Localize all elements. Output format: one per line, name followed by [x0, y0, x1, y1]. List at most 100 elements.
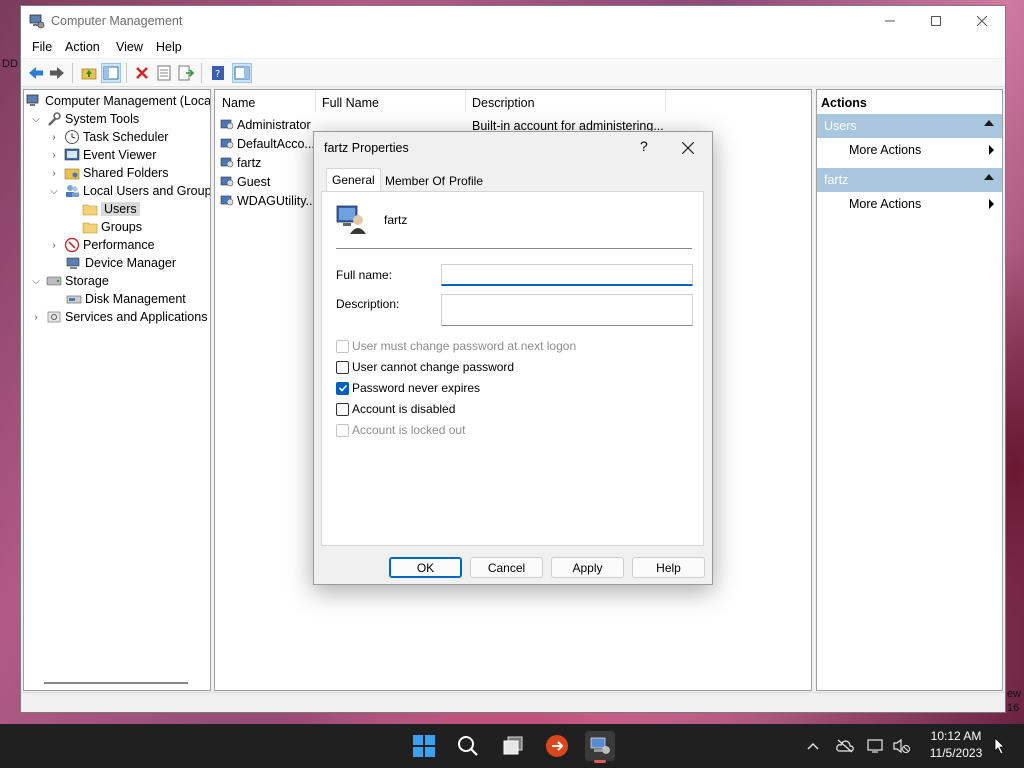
description-input[interactable] — [441, 294, 693, 326]
forward-button[interactable] — [47, 63, 67, 83]
checkbox-password-never-expires[interactable]: Password never expires — [336, 380, 480, 396]
back-button[interactable] — [26, 63, 46, 83]
list-item[interactable]: Guest — [219, 173, 270, 191]
user-name: Guest — [237, 175, 271, 189]
checkbox-box[interactable] — [336, 423, 349, 437]
tree-item-performance[interactable]: › Performance — [48, 236, 155, 254]
chevron-right-icon[interactable]: › — [48, 132, 60, 143]
help-button[interactable]: Help — [632, 557, 705, 578]
tree-item-groups[interactable]: Groups — [82, 218, 142, 236]
delete-button[interactable] — [132, 63, 152, 83]
menu-view[interactable]: View — [116, 40, 143, 54]
show-hide-console-tree-button[interactable] — [101, 63, 121, 83]
tree-item-label: System Tools — [65, 112, 140, 126]
tree-item-storage[interactable]: ⌵ Storage — [30, 272, 109, 290]
clock-time[interactable]: 10:12 AM — [918, 729, 994, 743]
actions-group-user[interactable]: fartz — [817, 168, 1002, 192]
wallpaper-text-fragment: 16 — [1007, 702, 1020, 714]
event-viewer-icon — [64, 147, 80, 163]
checkbox-cannot-change-password[interactable]: User cannot change password — [336, 359, 514, 375]
tree-item-local-users-groups[interactable]: ⌵ Local Users and Groups — [48, 182, 211, 200]
show-hide-action-pane-button[interactable] — [232, 63, 252, 83]
column-separator[interactable] — [465, 90, 466, 112]
tree-item-label: Local Users and Groups — [83, 184, 211, 198]
checkbox-account-disabled[interactable]: Account is disabled — [336, 401, 455, 417]
more-actions-users[interactable]: More Actions — [849, 143, 921, 157]
users-group-icon — [64, 183, 80, 199]
menu-file[interactable]: File — [32, 40, 52, 54]
checkbox-box[interactable] — [336, 360, 349, 374]
collapse-arrow-icon[interactable] — [984, 174, 994, 180]
context-help-button[interactable]: ? — [640, 138, 648, 154]
export-list-button[interactable] — [176, 63, 196, 83]
list-item[interactable]: fartz — [219, 154, 261, 172]
tree-item-task-scheduler[interactable]: › Task Scheduler — [48, 128, 168, 146]
checkbox-must-change-password[interactable]: User must change password at next logon — [336, 338, 576, 354]
onedrive-tray-button[interactable] — [835, 736, 855, 756]
checkbox-box[interactable] — [336, 381, 349, 395]
chevron-down-icon[interactable]: ⌵ — [30, 114, 42, 125]
chevron-right-icon[interactable]: › — [48, 150, 60, 161]
chevron-right-icon[interactable]: › — [48, 168, 60, 179]
tree-item-services-applications[interactable]: › Services and Applications — [30, 308, 207, 326]
ok-button[interactable]: OK — [389, 557, 462, 578]
console-tree-pane: Computer Management (Local ⌵ System Tool… — [23, 89, 211, 691]
submenu-arrow-icon — [989, 199, 994, 209]
column-header-description[interactable]: Description — [472, 96, 535, 110]
computer-management-taskbar-button[interactable] — [585, 731, 615, 763]
chevron-down-icon[interactable]: ⌵ — [48, 186, 60, 197]
tree-item-computer-management[interactable]: Computer Management (Local — [26, 92, 210, 110]
list-item[interactable]: Administrator — [219, 116, 311, 134]
dialog-close-button[interactable] — [681, 136, 695, 159]
notifications-button[interactable] — [990, 736, 1010, 756]
chevron-down-icon[interactable]: ⌵ — [30, 276, 42, 287]
clock-date[interactable]: 11/5/2023 — [918, 746, 994, 760]
column-separator[interactable] — [665, 90, 666, 112]
tab-general[interactable]: General — [326, 168, 381, 192]
list-item[interactable]: DefaultAcco... — [219, 135, 315, 153]
tree-item-shared-folders[interactable]: › Shared Folders — [48, 164, 168, 182]
properties-button[interactable] — [154, 63, 174, 83]
task-view-button[interactable] — [498, 731, 528, 761]
tab-profile[interactable]: Profile — [444, 170, 488, 192]
title-bar[interactable]: Computer Management — [21, 6, 1005, 36]
maximize-button[interactable] — [913, 6, 959, 36]
column-header-name[interactable]: Name — [222, 96, 255, 110]
menu-help[interactable]: Help — [156, 40, 182, 54]
menu-action[interactable]: Action — [65, 40, 100, 54]
search-button[interactable] — [453, 731, 483, 761]
network-tray-button[interactable] — [866, 736, 886, 756]
chevron-right-icon[interactable]: › — [48, 240, 60, 251]
help-button[interactable]: ? — [208, 63, 228, 83]
checkbox-account-locked-out[interactable]: Account is locked out — [336, 422, 465, 438]
horizontal-scrollbar[interactable] — [44, 682, 188, 684]
tree-item-users[interactable]: Users — [82, 200, 140, 218]
tree-item-system-tools[interactable]: ⌵ System Tools — [30, 110, 139, 128]
svg-text:?: ? — [215, 69, 220, 80]
start-button[interactable] — [409, 731, 439, 761]
show-hidden-icons-button[interactable] — [803, 736, 823, 756]
tree-item-event-viewer[interactable]: › Event Viewer — [48, 146, 156, 164]
column-separator[interactable] — [315, 90, 316, 112]
chevron-right-icon[interactable]: › — [30, 312, 42, 323]
close-button[interactable] — [959, 6, 1005, 36]
apply-button[interactable]: Apply — [551, 557, 624, 578]
actions-group-users[interactable]: Users — [817, 114, 1002, 138]
task-view-icon — [503, 736, 523, 755]
full-name-input[interactable] — [441, 264, 693, 286]
tree-item-device-manager[interactable]: Device Manager — [66, 254, 176, 272]
list-item[interactable]: WDAGUtility... — [219, 192, 316, 210]
wallpaper-text-fragment: DD — [2, 58, 18, 70]
tab-member-of[interactable]: Member Of — [380, 170, 450, 192]
cancel-button[interactable]: Cancel — [470, 557, 543, 578]
collapse-arrow-icon[interactable] — [984, 120, 994, 126]
remote-desktop-button[interactable] — [542, 731, 572, 761]
checkbox-box[interactable] — [336, 339, 349, 353]
tree-item-disk-management[interactable]: Disk Management — [66, 290, 186, 308]
volume-tray-button[interactable] — [892, 736, 912, 756]
minimize-button[interactable] — [867, 6, 913, 36]
checkbox-box[interactable] — [336, 402, 349, 416]
more-actions-user[interactable]: More Actions — [849, 197, 921, 211]
column-header-full-name[interactable]: Full Name — [322, 96, 379, 110]
up-one-level-button[interactable] — [79, 63, 99, 83]
